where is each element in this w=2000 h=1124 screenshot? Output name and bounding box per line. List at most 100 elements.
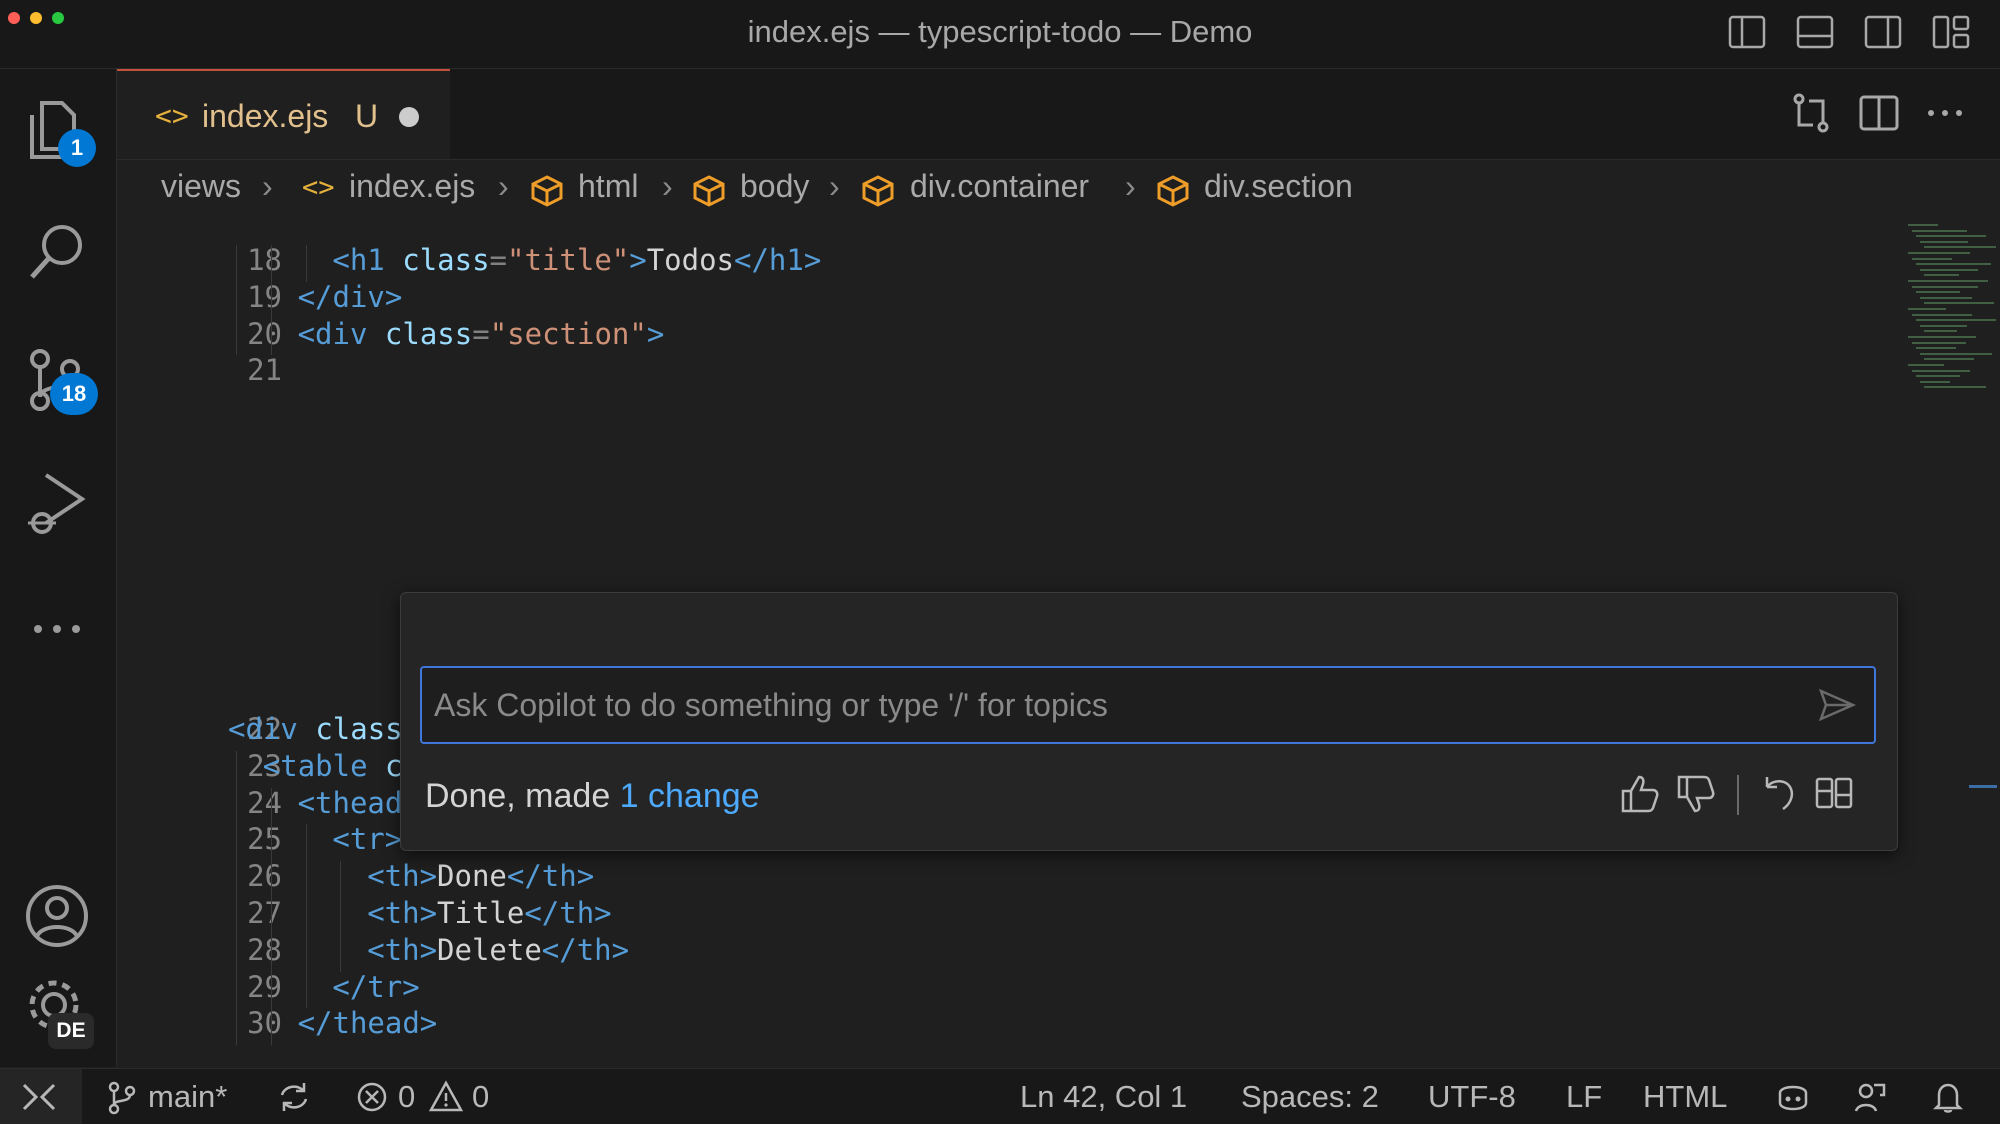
code-token: </h1> — [734, 243, 822, 277]
copilot-prompt-input[interactable] — [420, 666, 1876, 744]
status-bar: main* 0 0 Ln 42, Col 1 Spaces: 2 UTF-8 L… — [0, 1068, 2000, 1124]
minimap-line — [1920, 268, 1978, 271]
copilot-status-text: Done, made — [425, 777, 620, 815]
sync-icon[interactable] — [276, 1079, 312, 1115]
remote-indicator-button[interactable] — [0, 1069, 82, 1124]
code-line[interactable]: <th>Done</th> — [367, 859, 594, 893]
code-line[interactable]: </tr> — [332, 970, 419, 1004]
encoding-setting[interactable]: UTF-8 — [1428, 1079, 1516, 1115]
more-views-button[interactable] — [22, 589, 92, 659]
minimap-line — [1912, 229, 1967, 232]
run-and-debug-button[interactable] — [22, 469, 92, 539]
html-file-icon: <> — [302, 172, 335, 203]
unsaved-dot-icon[interactable] — [399, 107, 419, 127]
toggle-panel-icon[interactable] — [1796, 14, 1834, 50]
minimap-line — [1924, 358, 1974, 361]
code-line[interactable]: <tr> — [332, 822, 402, 856]
bell-icon[interactable] — [1930, 1079, 1966, 1115]
copilot-icon[interactable] — [1774, 1079, 1812, 1115]
more-actions-icon[interactable] — [1923, 91, 1967, 135]
element-cube-icon — [1157, 175, 1189, 207]
open-changes-icon[interactable] — [1789, 91, 1833, 135]
code-token: Delete — [437, 932, 542, 967]
source-control-button[interactable]: 18 — [22, 345, 98, 415]
minimap-line — [1916, 263, 1991, 266]
indent-guide — [236, 861, 237, 898]
indent-guide — [340, 861, 342, 898]
code-line[interactable]: <th>Title</th> — [367, 896, 611, 930]
indent-guide — [305, 861, 307, 898]
indent-guide — [236, 281, 237, 319]
diff-view-icon[interactable] — [1809, 769, 1859, 819]
language-mode[interactable]: HTML — [1643, 1079, 1727, 1115]
undo-icon[interactable] — [1753, 769, 1803, 819]
minimap-line — [1912, 369, 1970, 372]
code-line[interactable]: </div> — [298, 280, 403, 314]
copilot-status-message: Done, made 1 change — [425, 777, 760, 816]
element-cube-icon — [531, 175, 563, 207]
chevron-right-icon: › — [829, 168, 840, 204]
indent-guide — [270, 281, 272, 319]
code-token: Done — [437, 859, 507, 894]
code-line[interactable]: </thead> — [298, 1006, 438, 1040]
code-line[interactable]: <h1 class="title">Todos</h1> — [332, 243, 821, 277]
indentation-setting[interactable]: Spaces: 2 — [1241, 1079, 1379, 1115]
chevron-right-icon: › — [662, 168, 673, 204]
git-branch-label[interactable]: main* — [148, 1079, 227, 1115]
warning-count[interactable]: 0 — [472, 1079, 489, 1115]
line-number: 26 — [247, 859, 282, 894]
minimap-line — [1912, 257, 1952, 260]
toggle-secondary-sidebar-icon[interactable] — [1864, 14, 1902, 50]
minimap-line — [1920, 324, 1967, 327]
breadcrumb-div-container[interactable]: div.container — [910, 168, 1089, 205]
toggle-primary-sidebar-icon[interactable] — [1728, 14, 1766, 50]
element-cube-icon — [693, 175, 725, 207]
code-line[interactable]: <th>Delete</th> — [367, 933, 629, 967]
error-icon — [357, 1082, 387, 1112]
code-token: </tr> — [332, 969, 420, 1004]
indent-guide — [270, 898, 272, 935]
indent-guide — [270, 1008, 272, 1046]
breadcrumb-file[interactable]: index.ejs — [349, 168, 475, 205]
cursor-position[interactable]: Ln 42, Col 1 — [1020, 1079, 1187, 1115]
thumbs-down-icon[interactable] — [1671, 769, 1721, 819]
feedback-icon[interactable] — [1852, 1079, 1888, 1115]
tab-index-ejs[interactable]: <> index.ejs U — [117, 69, 450, 159]
accounts-button[interactable] — [22, 881, 92, 951]
manage-button[interactable]: DE — [22, 973, 94, 1049]
breadcrumb-views[interactable]: views — [161, 168, 241, 205]
chevron-right-icon: › — [1125, 168, 1136, 204]
explorer-button[interactable]: 1 — [22, 95, 96, 167]
breadcrumb-html[interactable]: html — [578, 168, 638, 205]
thumbs-up-icon[interactable] — [1615, 769, 1665, 819]
scrollbar-change-marker[interactable] — [1969, 785, 1997, 788]
error-count[interactable]: 0 — [398, 1079, 415, 1115]
breadcrumb: views › <> index.ejs › html › body › div… — [117, 160, 2000, 220]
search-button[interactable] — [22, 219, 92, 289]
code-token: <div — [228, 712, 316, 746]
indent-guide — [236, 318, 237, 356]
window-title: index.ejs — typescript-todo — Demo — [747, 14, 1253, 49]
account-icon — [26, 885, 88, 947]
code-token: Title — [437, 896, 525, 930]
customize-layout-icon[interactable] — [1932, 14, 1970, 50]
minimap-line — [1908, 364, 1944, 366]
code-line[interactable]: <div class="section"> — [298, 317, 665, 351]
eol-setting[interactable]: LF — [1566, 1079, 1602, 1115]
view-changes-link[interactable]: 1 change — [620, 777, 760, 815]
minimap[interactable] — [1902, 220, 2000, 420]
breadcrumb-body[interactable]: body — [740, 168, 809, 205]
indent-guide — [236, 1008, 237, 1046]
code-editor[interactable]: 18 <h1 class="title">Todos</h1> 19 </div> 20… — [117, 220, 2000, 1067]
split-editor-icon[interactable] — [1857, 91, 1901, 135]
source-control-badge: 18 — [50, 373, 98, 415]
send-icon[interactable] — [1817, 685, 1857, 725]
minimap-line — [1924, 386, 1986, 389]
indent-guide — [305, 898, 307, 935]
breadcrumb-div-section[interactable]: div.section — [1204, 168, 1353, 205]
code-token: > — [646, 316, 665, 351]
chevron-right-icon: › — [498, 168, 509, 204]
indent-guide — [270, 934, 272, 972]
code-token: class — [384, 316, 473, 351]
chevron-right-icon: › — [262, 168, 273, 204]
